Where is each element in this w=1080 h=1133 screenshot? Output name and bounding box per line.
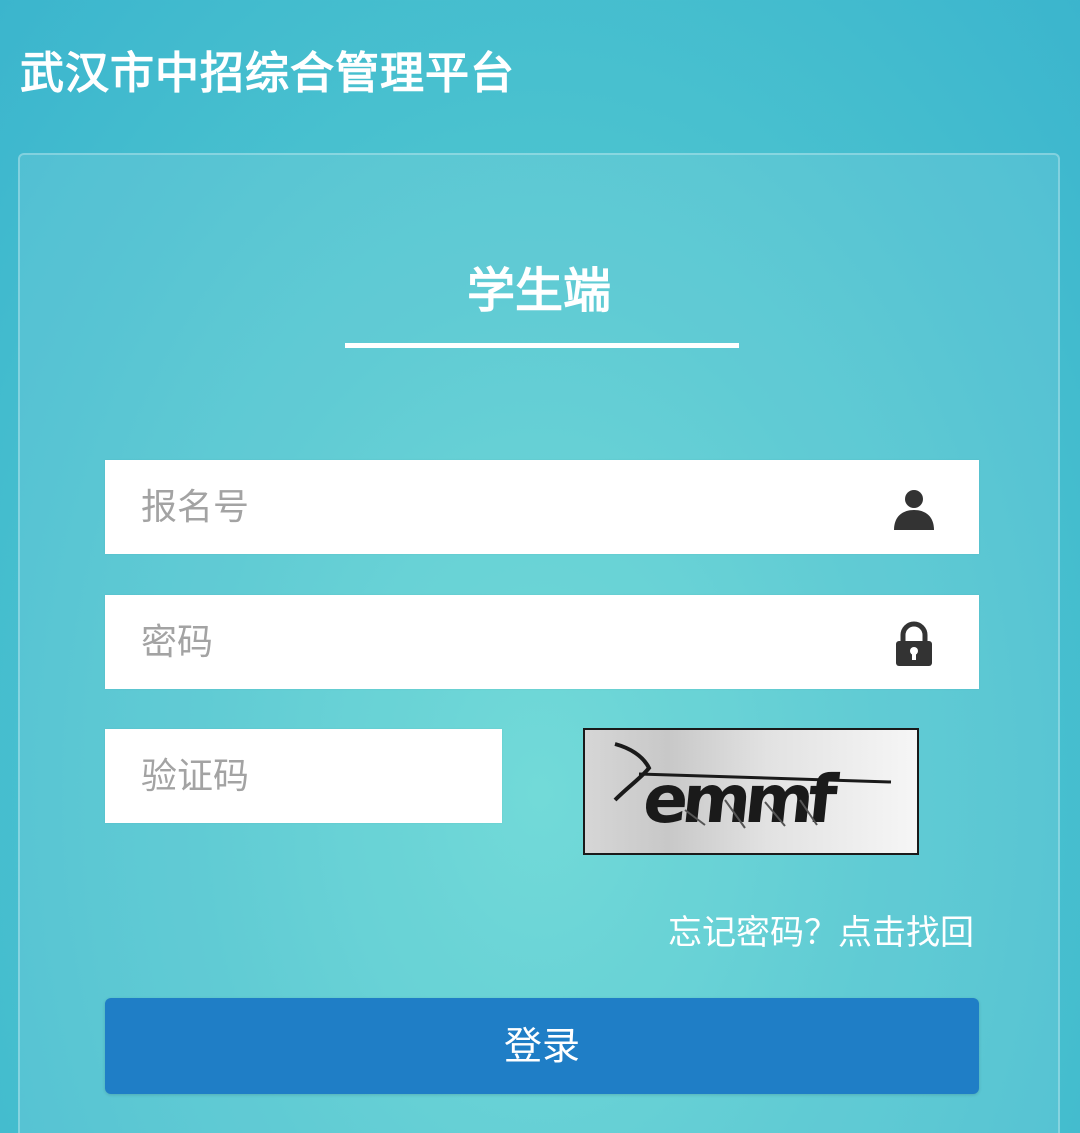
login-button[interactable]: 登录 <box>105 998 979 1094</box>
captcha-field <box>105 729 502 823</box>
username-field <box>105 460 979 554</box>
forgot-password-link[interactable]: 忘记密码？点击找回 <box>668 911 974 955</box>
captcha-text: emmf <box>640 761 842 838</box>
lock-icon <box>891 621 937 667</box>
user-icon <box>891 486 937 532</box>
username-input[interactable] <box>141 462 881 552</box>
login-panel: 学生端 emmf 忘记密 <box>18 153 1060 1133</box>
password-input[interactable] <box>141 597 881 687</box>
captcha-input[interactable] <box>141 731 481 821</box>
captcha-image[interactable]: emmf <box>583 728 919 855</box>
panel-heading: 学生端 <box>466 263 611 319</box>
password-field <box>105 595 979 689</box>
app-title: 武汉市中招综合管理平台 <box>20 48 515 99</box>
heading-underline <box>345 343 739 348</box>
